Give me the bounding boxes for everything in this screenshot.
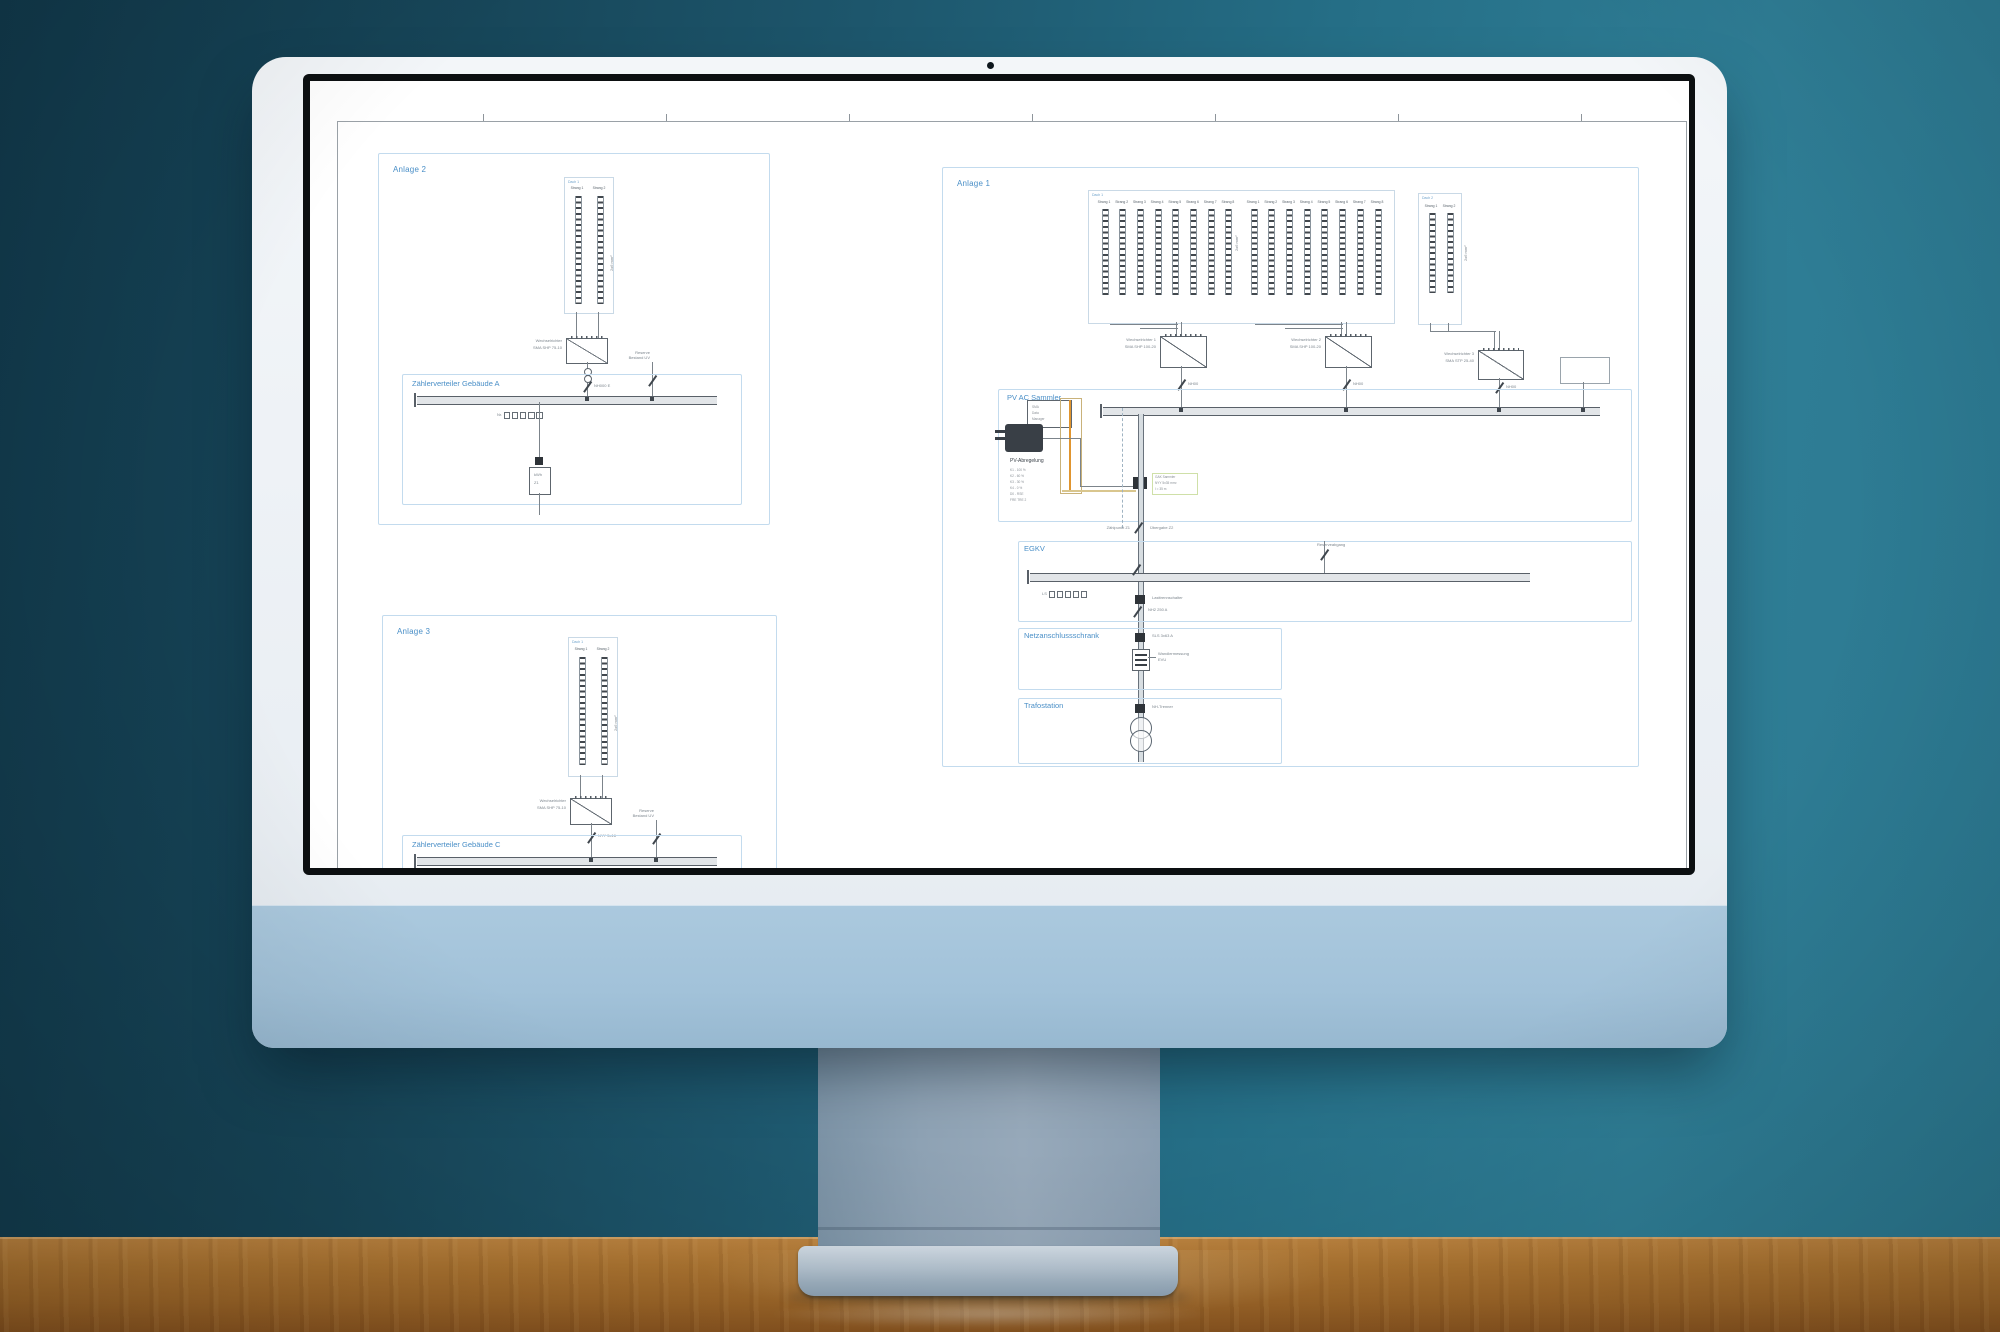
scene: Anlage 2 Dach 1 Strang 1Strang 2 2x6 mm²… [0,0,2000,1332]
photo-vignette [0,0,2000,1332]
